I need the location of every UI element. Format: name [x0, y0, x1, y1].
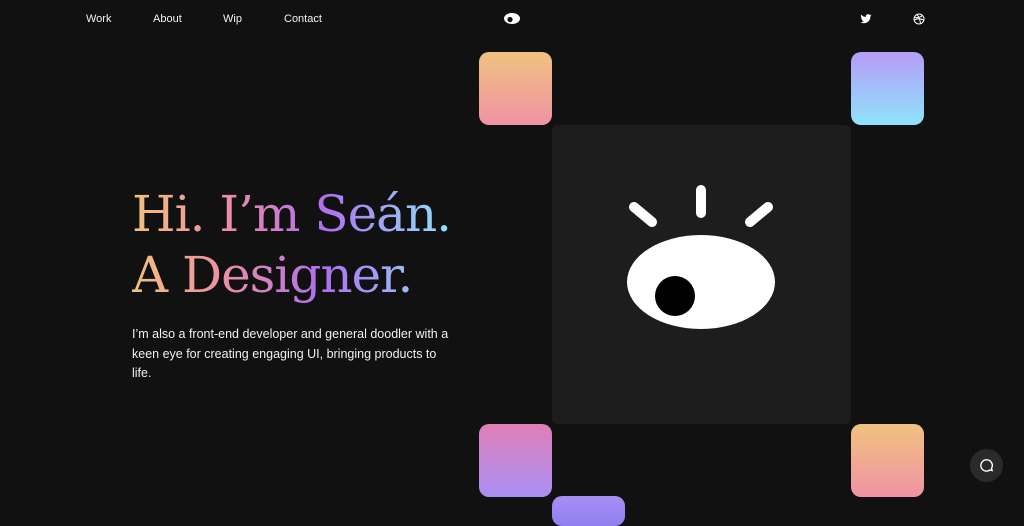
gradient-tile-top-left	[479, 52, 552, 125]
eye-illustration-panel	[552, 125, 851, 424]
chat-button[interactable]	[970, 449, 1003, 482]
gradient-tile-top-right	[851, 52, 924, 125]
nav-work[interactable]: Work	[86, 13, 111, 25]
nav-wip[interactable]: Wip	[223, 13, 242, 25]
hero-line-1: Hi. I’m Seán.	[132, 185, 452, 243]
nav-contact[interactable]: Contact	[284, 13, 322, 25]
eye-illustration-icon	[627, 185, 775, 329]
hero-heading: Hi. I’m Seán. A Designer.	[132, 184, 451, 306]
logo-eye-icon[interactable]	[503, 12, 521, 25]
chat-icon	[980, 459, 994, 472]
hero-line-2: A Designer.	[132, 246, 413, 304]
twitter-icon[interactable]	[860, 12, 872, 24]
gradient-tile-bottom-right	[851, 424, 924, 497]
gradient-tile-bottom-left	[479, 424, 552, 497]
dribbble-icon[interactable]	[913, 12, 925, 25]
hero-description: I’m also a front-end developer and gener…	[132, 327, 449, 380]
nav-about[interactable]: About	[153, 13, 182, 25]
